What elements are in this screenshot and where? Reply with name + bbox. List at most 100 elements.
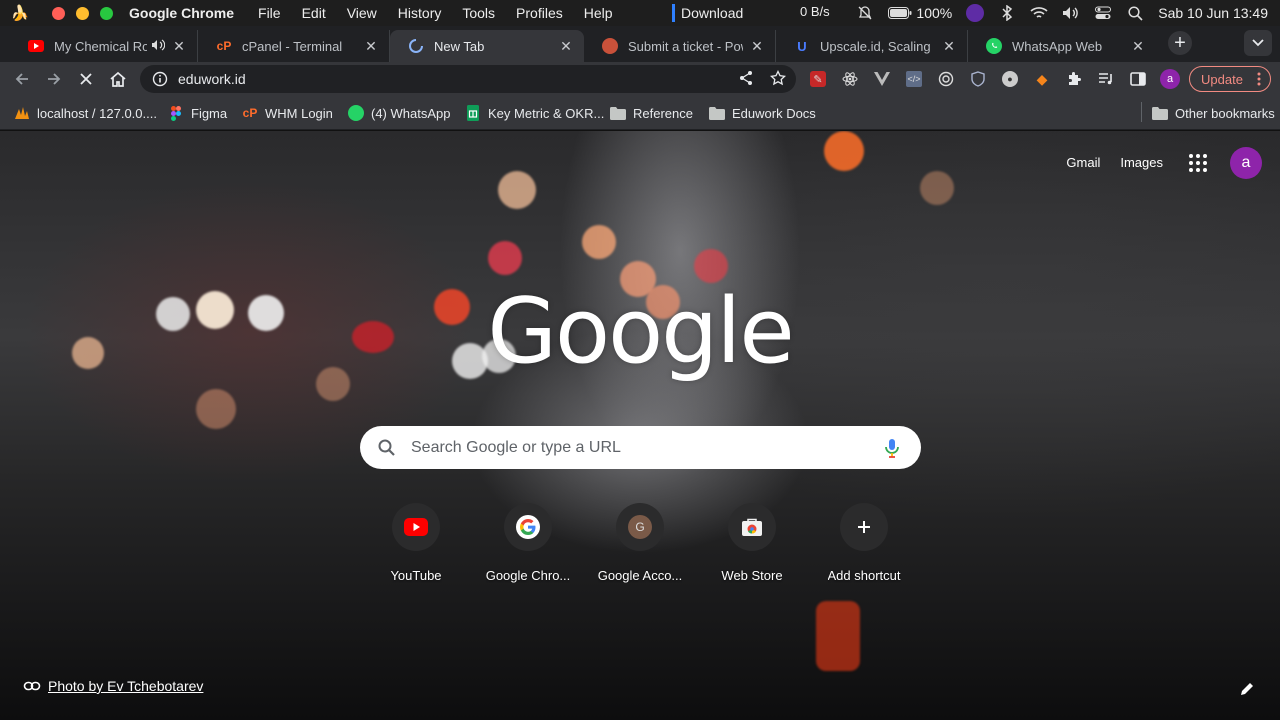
shortcut-web-store[interactable]: Web Store [696,502,808,592]
shield-extension-icon[interactable] [970,71,986,87]
add-shortcut-button[interactable]: Add shortcut [808,502,920,592]
profile-avatar-button[interactable]: a [1160,69,1180,89]
round-extension-icon[interactable]: ● [1002,71,1018,87]
gmail-link[interactable]: Gmail [1066,155,1100,170]
bookmark-whm-login[interactable]: cP WHM Login [242,104,333,122]
attribution-link[interactable]: Photo by Ev Tchebotarev [48,678,203,694]
menu-file[interactable]: File [258,5,281,21]
home-button[interactable] [106,67,130,91]
app-name-menu[interactable]: Google Chrome [129,5,234,21]
search-box[interactable]: Search Google or type a URL [360,426,921,469]
minimize-window-button[interactable] [76,6,89,20]
control-center-icon[interactable] [1094,4,1112,22]
tab-title: New Tab [434,38,485,54]
user-avatar-menu-icon[interactable] [966,4,985,22]
close-tab-icon[interactable]: ✕ [363,38,379,55]
audio-playing-icon[interactable] [151,39,166,54]
tab-submit-ticket[interactable]: Submit a ticket - PowerDNS ✕ [584,30,776,62]
vue-devtools-icon[interactable] [874,71,890,87]
bookmark-key-metric[interactable]: Key Metric & OKR... [465,104,604,122]
address-bar[interactable]: eduwork.id [140,65,796,93]
shortcut-label: Add shortcut [827,568,901,583]
bookmark-localhost[interactable]: localhost / 127.0.0.... [14,104,157,122]
bookmark-whatsapp[interactable]: (4) WhatsApp [348,104,450,122]
other-bookmarks-folder[interactable]: Other bookmarks [1152,104,1275,122]
zoom-window-button[interactable] [100,6,113,20]
bluetooth-icon[interactable] [998,4,1016,22]
forward-button[interactable] [42,67,66,91]
menu-edit[interactable]: Edit [302,5,326,21]
code-extension-icon[interactable]: </> [906,71,922,87]
images-link[interactable]: Images [1120,155,1163,170]
top-links: Gmail Images [1066,155,1163,170]
close-tab-icon[interactable]: ✕ [171,38,187,55]
home-icon [110,71,126,87]
folder-icon [709,105,725,121]
more-vertical-icon [1257,72,1261,86]
share-icon[interactable] [738,70,754,86]
extensions-puzzle-icon[interactable] [1066,71,1082,87]
side-panel-icon[interactable] [1130,71,1146,87]
customize-pencil-icon[interactable] [1238,680,1256,698]
menu-help[interactable]: Help [584,5,613,21]
tab-youtube[interactable]: My Chemical Romance ✕ [10,30,198,62]
shortcut-label: Google Chro... [485,568,571,583]
search-icon [378,439,395,456]
menu-profiles[interactable]: Profiles [516,5,563,21]
menu-view[interactable]: View [347,5,377,21]
tab-upscale[interactable]: U Upscale.id, Scaling Up ✕ [776,30,968,62]
bookmark-figma[interactable]: Figma [168,104,227,122]
site-info-icon[interactable] [152,71,168,87]
close-icon [80,73,92,85]
shortcut-google-chrome[interactable]: Google Chro... [472,502,584,592]
clock[interactable]: Sab 10 Jun 13:49 [1158,5,1268,21]
google-account-avatar[interactable]: a [1230,147,1262,179]
volume-icon[interactable] [1062,4,1080,22]
update-label: Update [1201,71,1243,87]
url-text[interactable]: eduwork.id [178,71,246,87]
account-g-icon: G [628,515,652,539]
media-controls-icon[interactable] [1098,71,1114,87]
tab-whatsapp[interactable]: WhatsApp Web ✕ [968,30,1156,62]
bookmark-folder-reference[interactable]: Reference [610,104,693,122]
target-extension-icon[interactable] [938,71,954,87]
close-tab-icon[interactable]: ✕ [558,38,574,55]
bookmark-label: (4) WhatsApp [371,105,451,121]
wifi-icon[interactable] [1030,4,1048,22]
tab-search-button[interactable] [1244,30,1272,56]
menu-tools[interactable]: Tools [462,5,495,21]
photo-attribution[interactable]: Photo by Ev Tchebotarev [23,677,203,695]
close-tab-icon[interactable]: ✕ [941,38,957,55]
react-devtools-icon[interactable] [842,71,858,87]
shortcut-google-account[interactable]: G Google Acco... [584,502,696,592]
figma-icon [168,105,184,121]
notifications-off-icon[interactable] [856,4,874,22]
spotlight-search-icon[interactable] [1126,4,1144,22]
google-apps-grid-icon[interactable] [1187,152,1209,174]
macos-menubar: 🍌 Google Chrome File Edit View History T… [0,0,1280,26]
search-input[interactable]: Search Google or type a URL [411,439,880,457]
phpmyadmin-icon [14,105,30,121]
banana-menu-icon[interactable]: 🍌 [6,4,34,22]
bookmark-star-icon[interactable] [770,70,786,86]
close-tab-icon[interactable]: ✕ [1130,38,1146,55]
tab-new-tab[interactable]: New Tab ✕ [390,30,584,62]
close-window-button[interactable] [52,6,65,20]
pen-extension-icon[interactable]: ✎ [810,71,826,87]
bookmark-label: WHM Login [265,105,333,121]
update-button[interactable]: Update [1189,66,1271,92]
bookmark-folder-eduwork-docs[interactable]: Eduwork Docs [709,104,816,122]
metamask-fox-icon[interactable]: ◆ [1034,71,1050,87]
download-status[interactable]: Download [672,0,743,26]
battery-status[interactable]: 100% [888,5,952,21]
cpanel-icon: cP [242,106,258,120]
tab-cpanel-terminal[interactable]: cP cPanel - Terminal ✕ [198,30,390,62]
new-tab-button[interactable]: + [1168,31,1192,55]
shortcut-youtube[interactable]: YouTube [360,502,472,592]
close-tab-icon[interactable]: ✕ [749,38,765,55]
back-button[interactable] [10,67,34,91]
stop-loading-button[interactable] [74,67,98,91]
microphone-icon[interactable] [880,436,904,460]
menu-history[interactable]: History [398,5,442,21]
tab-title: WhatsApp Web [1012,38,1103,54]
